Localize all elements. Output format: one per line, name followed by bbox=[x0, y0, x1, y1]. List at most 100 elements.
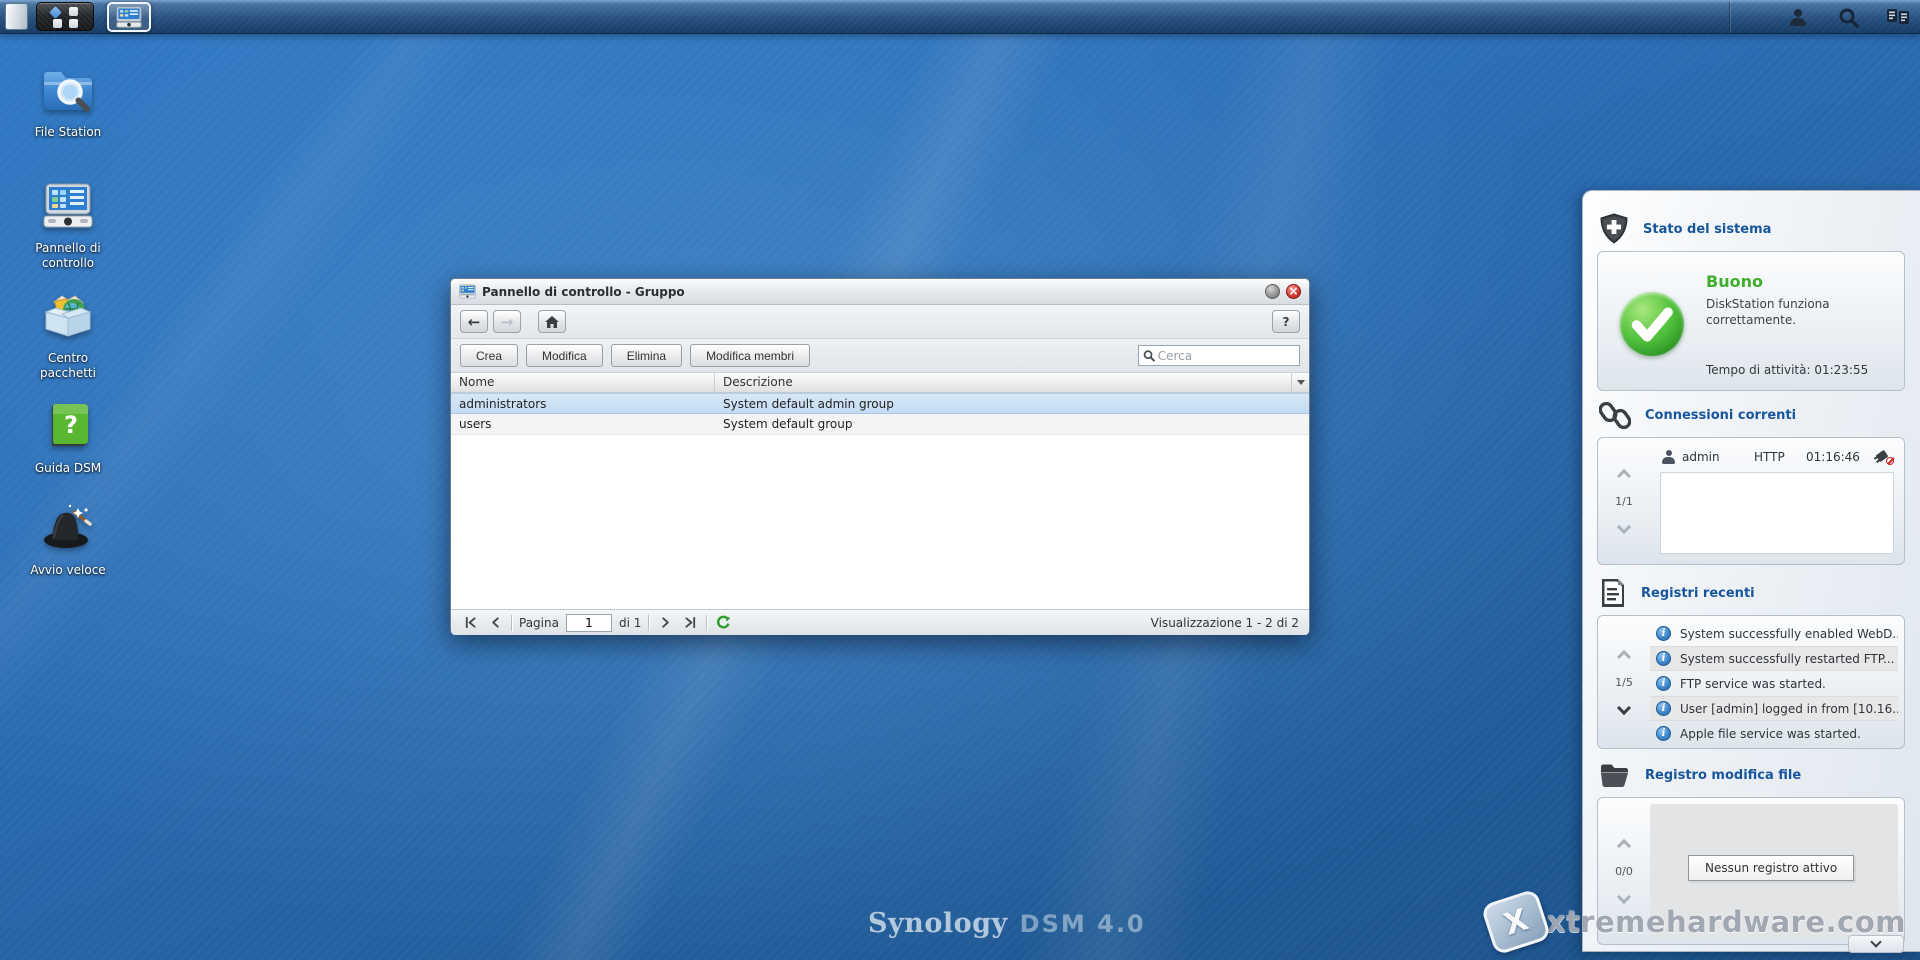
log-entry[interactable]: iUser [admin] logged in from [10.16... bbox=[1650, 696, 1898, 721]
chevron-down-icon bbox=[1870, 936, 1881, 947]
package-center-icon bbox=[40, 288, 96, 344]
dsm-version: DSM 4.0 bbox=[1020, 910, 1146, 938]
taskbar-app-control-panel[interactable] bbox=[107, 2, 151, 32]
log-text: Apple file service was started. bbox=[1680, 727, 1861, 741]
help-book-icon: ? bbox=[40, 398, 96, 454]
xtremehardware-badge-icon: X bbox=[1480, 888, 1551, 955]
page-down-icon[interactable] bbox=[1617, 700, 1631, 714]
magic-hat-icon bbox=[40, 500, 96, 556]
delete-button[interactable]: Elimina bbox=[611, 344, 682, 367]
edit-members-button[interactable]: Modifica membri bbox=[690, 344, 810, 367]
show-desktop-button[interactable] bbox=[5, 3, 28, 30]
minimize-button[interactable] bbox=[1265, 284, 1280, 299]
logs-pager: 1/5 bbox=[1598, 616, 1650, 748]
log-entry[interactable]: i System successfully restarted FTP... bbox=[1650, 646, 1898, 671]
health-message: DiskStation funziona correttamente. bbox=[1706, 296, 1892, 328]
info-icon: i bbox=[1656, 676, 1671, 691]
next-page-button[interactable] bbox=[656, 614, 674, 632]
desktop-icon-control-panel[interactable]: Pannello di controllo bbox=[8, 178, 128, 271]
column-menu-arrow-icon[interactable] bbox=[1291, 373, 1309, 392]
main-menu-button[interactable] bbox=[36, 2, 94, 31]
section-title: Registri recenti bbox=[1641, 586, 1755, 601]
search-input[interactable] bbox=[1158, 349, 1295, 363]
prev-page-button[interactable] bbox=[486, 614, 504, 632]
pagination-bar: Pagina di 1 Visualizzazione 1 - 2 di 2 bbox=[451, 609, 1309, 635]
help-button[interactable]: ? bbox=[1272, 310, 1300, 333]
back-button[interactable]: ← bbox=[460, 310, 488, 333]
page-up-icon[interactable] bbox=[1617, 468, 1631, 482]
refresh-icon[interactable] bbox=[714, 614, 732, 632]
connection-protocol: HTTP bbox=[1754, 450, 1806, 464]
table-row-administrators[interactable]: administrators System default admin grou… bbox=[451, 393, 1309, 414]
sidebar-collapse-button[interactable] bbox=[1848, 935, 1904, 953]
svg-text:?: ? bbox=[64, 411, 78, 439]
window-nav-toolbar: ← → ? bbox=[451, 305, 1309, 339]
info-icon: i bbox=[1656, 626, 1671, 641]
recent-logs-panel: 1/5 iSystem successfully enabled WebD...… bbox=[1597, 615, 1905, 749]
edit-button[interactable]: Modifica bbox=[526, 344, 603, 367]
pagination-status: Visualizzazione 1 - 2 di 2 bbox=[1151, 616, 1299, 630]
taskbar bbox=[0, 0, 1920, 34]
home-button[interactable] bbox=[538, 310, 566, 333]
section-title: Stato del sistema bbox=[1643, 222, 1771, 237]
last-page-button[interactable] bbox=[681, 614, 699, 632]
page-up-icon[interactable] bbox=[1617, 838, 1631, 852]
pilot-view-icon[interactable] bbox=[1886, 5, 1910, 29]
info-icon: i bbox=[1656, 651, 1671, 666]
desktop-icon-file-station[interactable]: File Station bbox=[8, 62, 128, 140]
pager-count: 1/1 bbox=[1615, 495, 1633, 508]
system-health-header: Stato del sistema bbox=[1599, 213, 1771, 245]
control-panel-group-window: Pannello di controllo - Gruppo × ← → ? C… bbox=[450, 278, 1310, 634]
desktop-icon-label: Guida DSM bbox=[35, 461, 101, 476]
desktop-icon-label: Centro pacchetti bbox=[40, 351, 96, 381]
table-row-users[interactable]: users System default group bbox=[451, 414, 1309, 435]
user-icon[interactable] bbox=[1786, 5, 1810, 29]
cell-description: System default group bbox=[715, 414, 1309, 434]
section-title: Registro modifica file bbox=[1645, 768, 1801, 783]
page-label: Pagina bbox=[519, 616, 559, 630]
main-menu-icon bbox=[48, 7, 84, 28]
cell-description: System default admin group bbox=[715, 394, 1309, 413]
pilot-view-sidebar: Stato del sistema Buono DiskStation funz… bbox=[1582, 190, 1920, 952]
window-titlebar[interactable]: Pannello di controllo - Gruppo × bbox=[451, 279, 1309, 305]
page-up-icon[interactable] bbox=[1617, 649, 1631, 663]
section-title: Connessioni correnti bbox=[1645, 408, 1796, 423]
desktop-icon-dsm-help[interactable]: ? Guida DSM bbox=[8, 398, 128, 476]
desktop-icon-quick-start[interactable]: Avvio veloce bbox=[8, 500, 128, 578]
synology-logo: Synology bbox=[868, 908, 1008, 939]
file-change-log-panel: 0/0 Nessun registro attivo bbox=[1597, 797, 1905, 945]
desktop-icon-package-center[interactable]: Centro pacchetti bbox=[8, 288, 128, 381]
table-header: Nome Descrizione bbox=[451, 373, 1309, 393]
health-ok-icon bbox=[1620, 292, 1684, 356]
log-list: iSystem successfully enabled WebD... i Sy… bbox=[1650, 621, 1898, 743]
forward-button[interactable]: → bbox=[493, 310, 521, 333]
page-input[interactable] bbox=[566, 614, 612, 632]
info-icon: i bbox=[1656, 701, 1671, 716]
log-entry[interactable]: iSystem successfully enabled WebD... bbox=[1650, 621, 1898, 646]
search-icon[interactable] bbox=[1836, 5, 1860, 29]
pager-count: 1/5 bbox=[1615, 676, 1633, 689]
log-text: System successfully restarted FTP... bbox=[1680, 652, 1895, 666]
page-down-icon[interactable] bbox=[1617, 889, 1631, 903]
create-button[interactable]: Crea bbox=[460, 344, 518, 367]
search-box[interactable] bbox=[1138, 345, 1300, 366]
log-document-icon bbox=[1599, 577, 1627, 609]
column-header-nome[interactable]: Nome bbox=[451, 373, 715, 392]
kick-connection-icon[interactable] bbox=[1876, 449, 1894, 465]
home-icon bbox=[545, 316, 559, 328]
window-title-icon bbox=[459, 284, 476, 299]
connection-time: 01:16:46 bbox=[1806, 450, 1860, 464]
first-page-button[interactable] bbox=[461, 614, 479, 632]
log-entry[interactable]: i Apple file service was started. bbox=[1650, 721, 1898, 746]
column-header-descrizione[interactable]: Descrizione bbox=[715, 373, 1291, 392]
close-button[interactable]: × bbox=[1286, 284, 1301, 299]
connections-panel: 1/1 admin HTTP 01:16:46 bbox=[1597, 437, 1905, 565]
page-down-icon[interactable] bbox=[1617, 519, 1631, 533]
window-title: Pannello di controllo - Gruppo bbox=[482, 285, 1259, 299]
log-entry[interactable]: iFTP service was started. bbox=[1650, 671, 1898, 696]
page-of-label: di 1 bbox=[619, 616, 641, 630]
dsm-watermark: Synology DSM 4.0 bbox=[868, 908, 1146, 939]
recent-logs-header: Registri recenti bbox=[1599, 577, 1755, 609]
info-icon: i bbox=[1656, 726, 1671, 741]
user-silhouette-icon bbox=[1662, 450, 1675, 464]
